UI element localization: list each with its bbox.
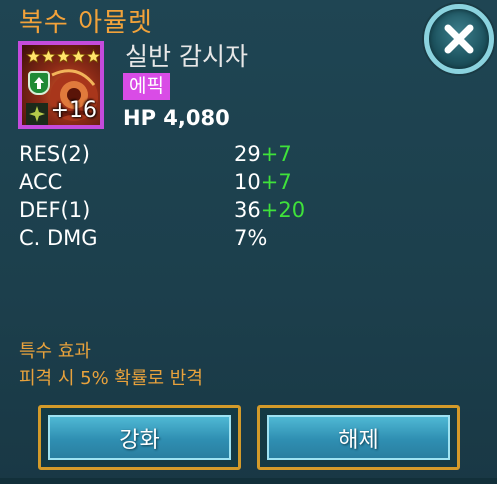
- star-rating: [26, 49, 100, 64]
- dialog-title: 복수 아뮬렛: [19, 8, 153, 38]
- substat-bonus: +7: [260, 170, 292, 194]
- substat-name: DEF(1): [19, 198, 91, 222]
- substat-bonus: +20: [260, 198, 306, 222]
- star-icon: [56, 49, 71, 64]
- substat-value-group: 10+7: [234, 170, 292, 194]
- substat-value: 7%: [234, 226, 268, 250]
- substat-name: RES(2): [19, 142, 90, 166]
- star-icon: [41, 49, 56, 64]
- substat-name: ACC: [19, 170, 63, 194]
- close-x-icon: [444, 24, 474, 54]
- substat-bonus: +7: [260, 142, 292, 166]
- item-level: +16: [50, 98, 97, 123]
- substat-value: 29: [234, 142, 261, 166]
- set-bonus-description: 피격 시 5% 확률로 반격: [19, 368, 203, 389]
- star-icon: [71, 49, 86, 64]
- star-icon: [26, 49, 41, 64]
- substat-name: C. DMG: [19, 226, 98, 250]
- set-bonus-title: 특수 효과: [19, 341, 91, 362]
- item-detail-panel: 복수 아뮬렛 +16 실반 감시자 에픽 HP 4,080 RES(2) 29+…: [0, 0, 497, 484]
- unequip-button-face: 해제: [267, 415, 450, 460]
- substat-value: 10: [234, 170, 261, 194]
- bottom-divider: [0, 478, 497, 484]
- substat-value-group: 7%: [234, 226, 267, 250]
- upgrade-button[interactable]: 강화: [38, 405, 241, 470]
- substat-value-group: 29+7: [234, 142, 292, 166]
- upgrade-button-label: 강화: [119, 427, 160, 453]
- item-icon[interactable]: +16: [18, 41, 104, 129]
- unequip-button[interactable]: 해제: [257, 405, 460, 470]
- main-stat: HP 4,080: [123, 106, 230, 130]
- set-bonus-icon: [26, 103, 48, 125]
- item-name: 실반 감시자: [125, 42, 248, 71]
- unequip-button-label: 해제: [338, 427, 379, 453]
- rarity-badge: 에픽: [123, 73, 170, 100]
- substat-value-group: 36+20: [234, 198, 305, 222]
- arrow-up-shield-icon: [28, 71, 50, 95]
- close-button[interactable]: [424, 4, 494, 74]
- substat-value: 36: [234, 198, 261, 222]
- star-icon: [86, 49, 100, 64]
- upgrade-button-face: 강화: [48, 415, 231, 460]
